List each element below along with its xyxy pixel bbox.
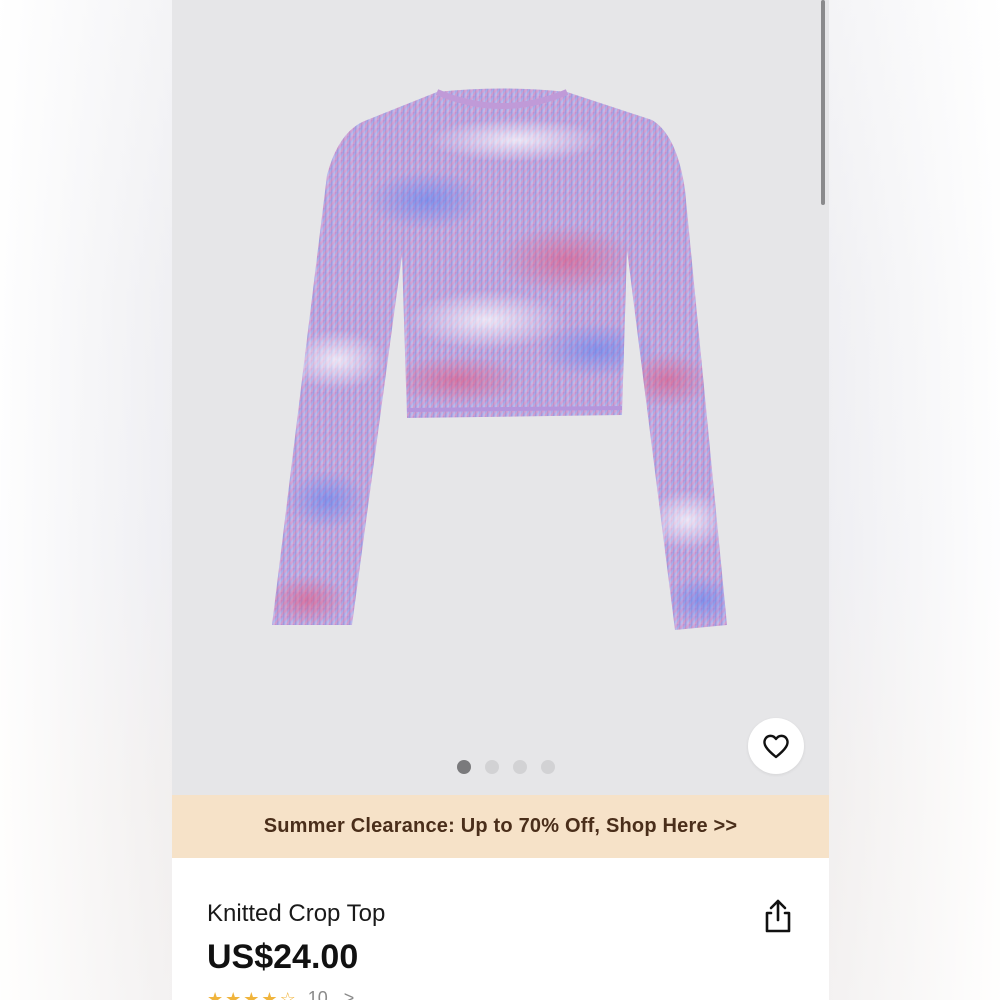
gallery-dot[interactable] xyxy=(541,760,555,774)
product-image-gallery[interactable] xyxy=(172,0,829,795)
star-icon: ★ xyxy=(225,988,242,1000)
product-price: US$24.00 xyxy=(207,938,359,976)
gallery-dot[interactable] xyxy=(485,760,499,774)
star-icon: ★ xyxy=(207,988,224,1000)
gallery-dot[interactable] xyxy=(513,760,527,774)
star-icon: ★ xyxy=(243,988,260,1000)
product-title: Knitted Crop Top xyxy=(207,900,386,927)
product-info: Knitted Crop Top US$24.00 ★ ★ ★ ★ ☆ 10 > xyxy=(172,858,829,1000)
product-page: Summer Clearance: Up to 70% Off, Shop He… xyxy=(172,0,829,1000)
share-icon[interactable] xyxy=(762,898,794,934)
promo-banner[interactable]: Summer Clearance: Up to 70% Off, Shop He… xyxy=(172,795,829,858)
background-left xyxy=(0,0,172,1000)
star-icon: ★ xyxy=(261,988,278,1000)
rating-row[interactable]: ★ ★ ★ ★ ☆ 10 > xyxy=(207,988,354,1000)
product-image xyxy=(272,88,727,630)
background-right xyxy=(829,0,1000,1000)
scroll-indicator[interactable] xyxy=(821,0,825,205)
heart-icon xyxy=(763,734,789,759)
gallery-dot[interactable] xyxy=(457,760,471,774)
half-star-icon: ☆ xyxy=(279,988,296,1000)
promo-banner-text: Summer Clearance: Up to 70% Off, Shop He… xyxy=(263,815,738,837)
chevron-right-icon: > xyxy=(343,988,355,1000)
gallery-pagination xyxy=(172,760,829,774)
review-count: 10 xyxy=(307,988,328,1000)
